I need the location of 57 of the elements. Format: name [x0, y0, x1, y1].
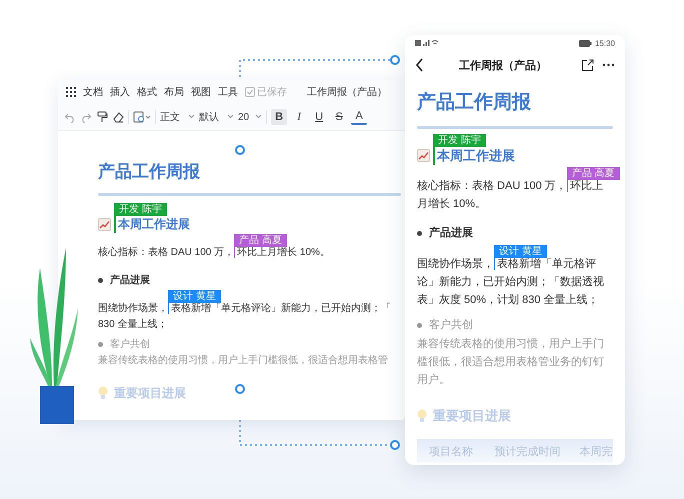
- more-icon[interactable]: [602, 63, 615, 67]
- eraser-icon[interactable]: [112, 111, 124, 123]
- battery-icon: [578, 40, 592, 46]
- back-icon[interactable]: [415, 58, 425, 72]
- section-heading: 重要项目进展: [433, 407, 511, 426]
- size-dropdown[interactable]: 20: [238, 111, 262, 123]
- connector-node: [390, 55, 400, 65]
- page-title: 工作周报（产品）: [458, 58, 548, 72]
- lightbulb-icon: [98, 386, 108, 400]
- document-title: 产品工作周报: [417, 91, 532, 115]
- menu-item[interactable]: 视图: [191, 85, 211, 99]
- saved-status: 已保存: [257, 86, 287, 99]
- connector-node: [390, 440, 400, 450]
- column-header: 本周完: [578, 444, 613, 459]
- comment-tag: 开发 陈宇: [114, 203, 167, 216]
- status-time: 15:30: [594, 38, 615, 48]
- italic-button[interactable]: I: [291, 109, 308, 125]
- paint-roller-icon[interactable]: [96, 111, 108, 123]
- comment-tag: 产品 高夏: [566, 166, 620, 180]
- column-header: 预计完成时间: [493, 444, 562, 459]
- signal-icons: [415, 39, 439, 47]
- comment-tag: 设计 黄星: [168, 290, 221, 303]
- style-dropdown[interactable]: 正文: [160, 110, 195, 124]
- bullet-label: 产品进展: [110, 274, 150, 288]
- apps-grid-icon[interactable]: [66, 87, 76, 97]
- menu-item[interactable]: 文档: [83, 85, 103, 99]
- bold-button[interactable]: B: [271, 109, 288, 125]
- bullet-dot-icon: [417, 323, 422, 328]
- bullet-label: 客户共创: [429, 318, 473, 334]
- menu-item[interactable]: 布局: [164, 85, 184, 99]
- chart-icon: [417, 149, 430, 162]
- section-heading: 重要项目进展: [114, 384, 186, 402]
- menu-item[interactable]: 工具: [218, 85, 238, 99]
- share-icon[interactable]: [581, 58, 594, 72]
- insert-image-icon[interactable]: [133, 111, 151, 123]
- bullet-label: 客户共创: [110, 338, 150, 352]
- menu-item[interactable]: 插入: [110, 85, 130, 99]
- underline-button[interactable]: U: [311, 109, 328, 125]
- comment-tag: 开发 陈宇: [433, 134, 486, 147]
- font-dropdown[interactable]: 默认: [199, 110, 234, 124]
- chart-icon: [98, 218, 111, 231]
- document-title: 产品工作周报: [98, 161, 201, 183]
- column-header: 项目名称: [428, 444, 474, 459]
- strike-button[interactable]: S: [331, 109, 348, 125]
- menu-item[interactable]: 格式: [137, 85, 157, 99]
- document-name: 工作周报（产品）: [307, 86, 388, 99]
- bullet-label: 产品进展: [429, 226, 473, 242]
- color-button[interactable]: A: [351, 110, 368, 124]
- paragraph: 兼容传统表格的使用习惯，用户上手门槛很低，很适合想用表格管: [98, 354, 389, 368]
- comment-tag: 设计 黄星: [494, 244, 547, 258]
- paragraph: 830 全量上线；: [98, 318, 168, 332]
- bullet-dot-icon: [417, 231, 422, 236]
- bullet-dot-icon: [98, 278, 103, 284]
- comment-tag: 产品 高夏: [234, 234, 287, 247]
- bullet-dot-icon: [98, 342, 103, 348]
- paragraph: 兼容传统表格的使用习惯，用户上手门槛很低，很适合想用表格管业务的钉钉用户。: [417, 336, 605, 388]
- lightbulb-icon: [417, 409, 427, 424]
